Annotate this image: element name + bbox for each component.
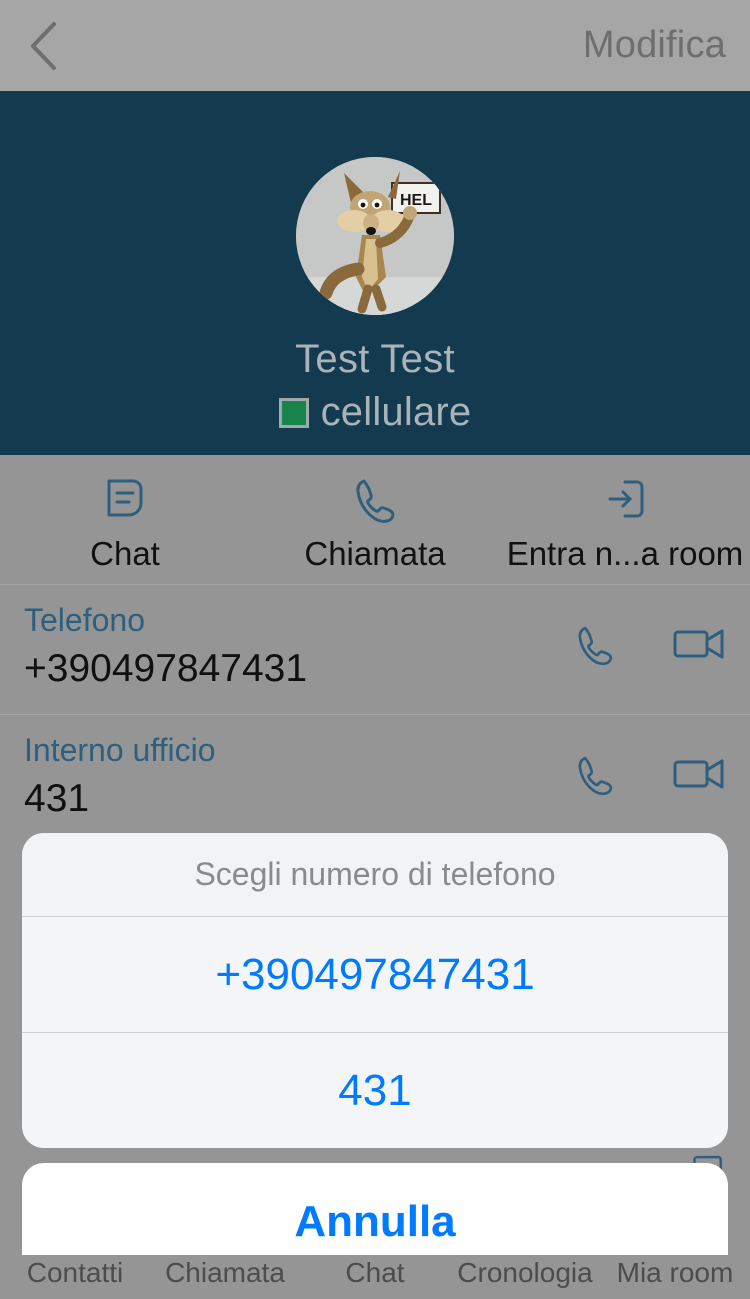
avatar[interactable]: HEL (296, 157, 454, 315)
video-camera-icon[interactable] (672, 754, 728, 799)
tab-chat[interactable]: Chat (300, 1255, 450, 1289)
row-actions (572, 621, 728, 672)
contact-row: Interno ufficio 431 (0, 715, 750, 845)
svg-text:HEL: HEL (400, 192, 432, 209)
action-enter-room[interactable]: Entra n...a room (500, 455, 750, 573)
field-label: Telefono (24, 602, 145, 638)
presence-row: cellulare (278, 390, 472, 435)
phone-icon (349, 473, 401, 525)
navigation-bar: Modifica (0, 0, 750, 91)
row-actions (572, 751, 728, 802)
chevron-left-icon[interactable] (26, 20, 60, 72)
tab-contatti[interactable]: Contatti (0, 1255, 150, 1289)
edit-button[interactable]: Modifica (583, 24, 726, 67)
tab-chiamata[interactable]: Chiamata (150, 1255, 300, 1289)
tab-mia-room[interactable]: Mia room (600, 1255, 750, 1289)
contact-row: Telefono +390497847431 (0, 585, 750, 715)
action-enter-room-label: Entra n...a room (506, 535, 744, 572)
action-sheet-option-extension[interactable]: 431 (22, 1033, 728, 1148)
tab-bar: Contatti Chiamata Chat Cronologia Mia ro… (0, 1255, 750, 1299)
quick-actions-row: Chat Chiamata Entra n...a room (0, 455, 750, 585)
action-sheet: Scegli numero di telefono +390497847431 … (22, 833, 728, 1148)
action-call-label: Chiamata (304, 535, 446, 572)
profile-name: Test Test (295, 337, 455, 381)
presence-status-icon (278, 397, 309, 428)
presence-status-label: cellulare (320, 390, 472, 434)
chat-bubble-icon (99, 473, 151, 525)
action-chat-label: Chat (90, 535, 160, 572)
profile-header: HEL Test Test cellulare (0, 91, 750, 455)
enter-room-icon (599, 473, 651, 525)
action-call[interactable]: Chiamata (250, 455, 500, 573)
phone-icon[interactable] (572, 621, 618, 672)
phone-icon[interactable] (572, 751, 618, 802)
video-camera-icon[interactable] (672, 624, 728, 669)
action-chat[interactable]: Chat (0, 455, 250, 573)
tab-cronologia[interactable]: Cronologia (450, 1255, 600, 1289)
action-sheet-option-phone[interactable]: +390497847431 (22, 917, 728, 1032)
field-value[interactable]: 431 (24, 777, 89, 821)
field-label: Interno ufficio (24, 732, 216, 768)
action-sheet-title: Scegli numero di telefono (22, 833, 728, 916)
field-value[interactable]: +390497847431 (24, 647, 307, 691)
